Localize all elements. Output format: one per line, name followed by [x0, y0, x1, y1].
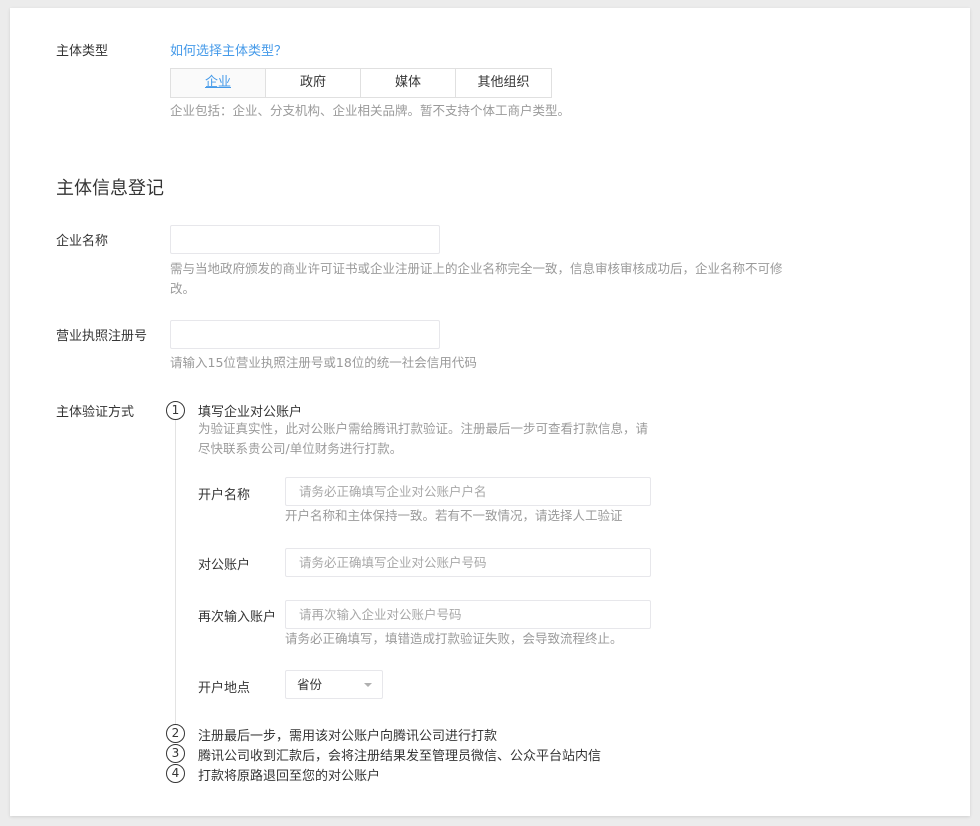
verify-method-label: 主体验证方式 — [56, 405, 135, 420]
tab-other-org[interactable]: 其他组织 — [456, 69, 551, 97]
step-4-title: 打款将原路退回至您的对公账户 — [198, 769, 381, 784]
tab-enterprise-label: 企业 — [204, 75, 231, 90]
account-no-input[interactable] — [285, 548, 651, 577]
account-no-confirm-label: 再次输入账户 — [198, 610, 277, 625]
tab-other-org-label: 其他组织 — [477, 75, 530, 90]
account-name-input[interactable] — [285, 477, 651, 506]
company-name-input[interactable] — [170, 225, 440, 254]
step-1-number: 1 — [166, 401, 185, 420]
step-1-title: 填写企业对公账户 — [198, 405, 303, 420]
license-no-label: 营业执照注册号 — [56, 329, 148, 344]
tab-government[interactable]: 政府 — [266, 69, 361, 97]
tab-media-label: 媒体 — [394, 75, 421, 90]
license-no-tip: 请输入15位营业执照注册号或18位的统一社会信用代码 — [170, 355, 477, 370]
subject-type-tabs: 企业 政府 媒体 其他组织 — [170, 68, 552, 98]
step-1-desc-line2: 尽快联系贵公司/单位财务进行打款。 — [198, 441, 403, 456]
tab-government-label: 政府 — [299, 75, 326, 90]
account-location-label: 开户地点 — [198, 681, 251, 696]
company-name-tip-line1: 需与当地政府颁发的商业许可证书或企业注册证上的企业名称完全一致，信息审核审核成功… — [170, 261, 783, 276]
account-no-label: 对公账户 — [198, 558, 251, 573]
account-name-tip: 开户名称和主体保持一致。若有不一致情况，请选择人工验证 — [285, 508, 623, 523]
step-2-number: 2 — [166, 724, 185, 743]
account-no-confirm-input[interactable] — [285, 600, 651, 629]
chevron-down-icon — [364, 683, 372, 687]
province-select[interactable]: 省份 — [285, 670, 383, 699]
section-title: 主体信息登记 — [56, 178, 164, 199]
step-4-number: 4 — [166, 764, 185, 783]
license-no-input[interactable] — [170, 320, 440, 349]
steps-timeline-line — [175, 418, 176, 731]
form-card: 主体类型 如何选择主体类型？ 企业 政府 媒体 其他组织 企业包括：企业、分支机… — [10, 8, 970, 816]
step-1-desc-line1: 为验证真实性，此对公账户需给腾讯打款验证。注册最后一步可查看打款信息，请 — [198, 421, 649, 436]
company-name-label: 企业名称 — [56, 234, 109, 249]
step-2-title: 注册最后一步，需用该对公账户向腾讯公司进行打款 — [198, 729, 498, 744]
company-name-tip-line2: 改。 — [170, 281, 196, 296]
province-select-value: 省份 — [297, 677, 323, 692]
subject-type-help-link[interactable]: 如何选择主体类型？ — [170, 40, 287, 59]
account-name-label: 开户名称 — [198, 488, 251, 503]
step-3-number: 3 — [166, 744, 185, 763]
subject-type-label: 主体类型 — [56, 44, 109, 59]
step-3-title: 腾讯公司收到汇款后，会将注册结果发至管理员微信、公众平台站内信 — [198, 749, 602, 764]
account-no-confirm-tip: 请务必正确填写，填错造成打款验证失败，会导致流程终止。 — [285, 631, 623, 646]
tab-enterprise[interactable]: 企业 — [171, 69, 266, 97]
tab-media[interactable]: 媒体 — [361, 69, 456, 97]
subject-type-tip: 企业包括：企业、分支机构、企业相关品牌。暂不支持个体工商户类型。 — [170, 103, 571, 118]
